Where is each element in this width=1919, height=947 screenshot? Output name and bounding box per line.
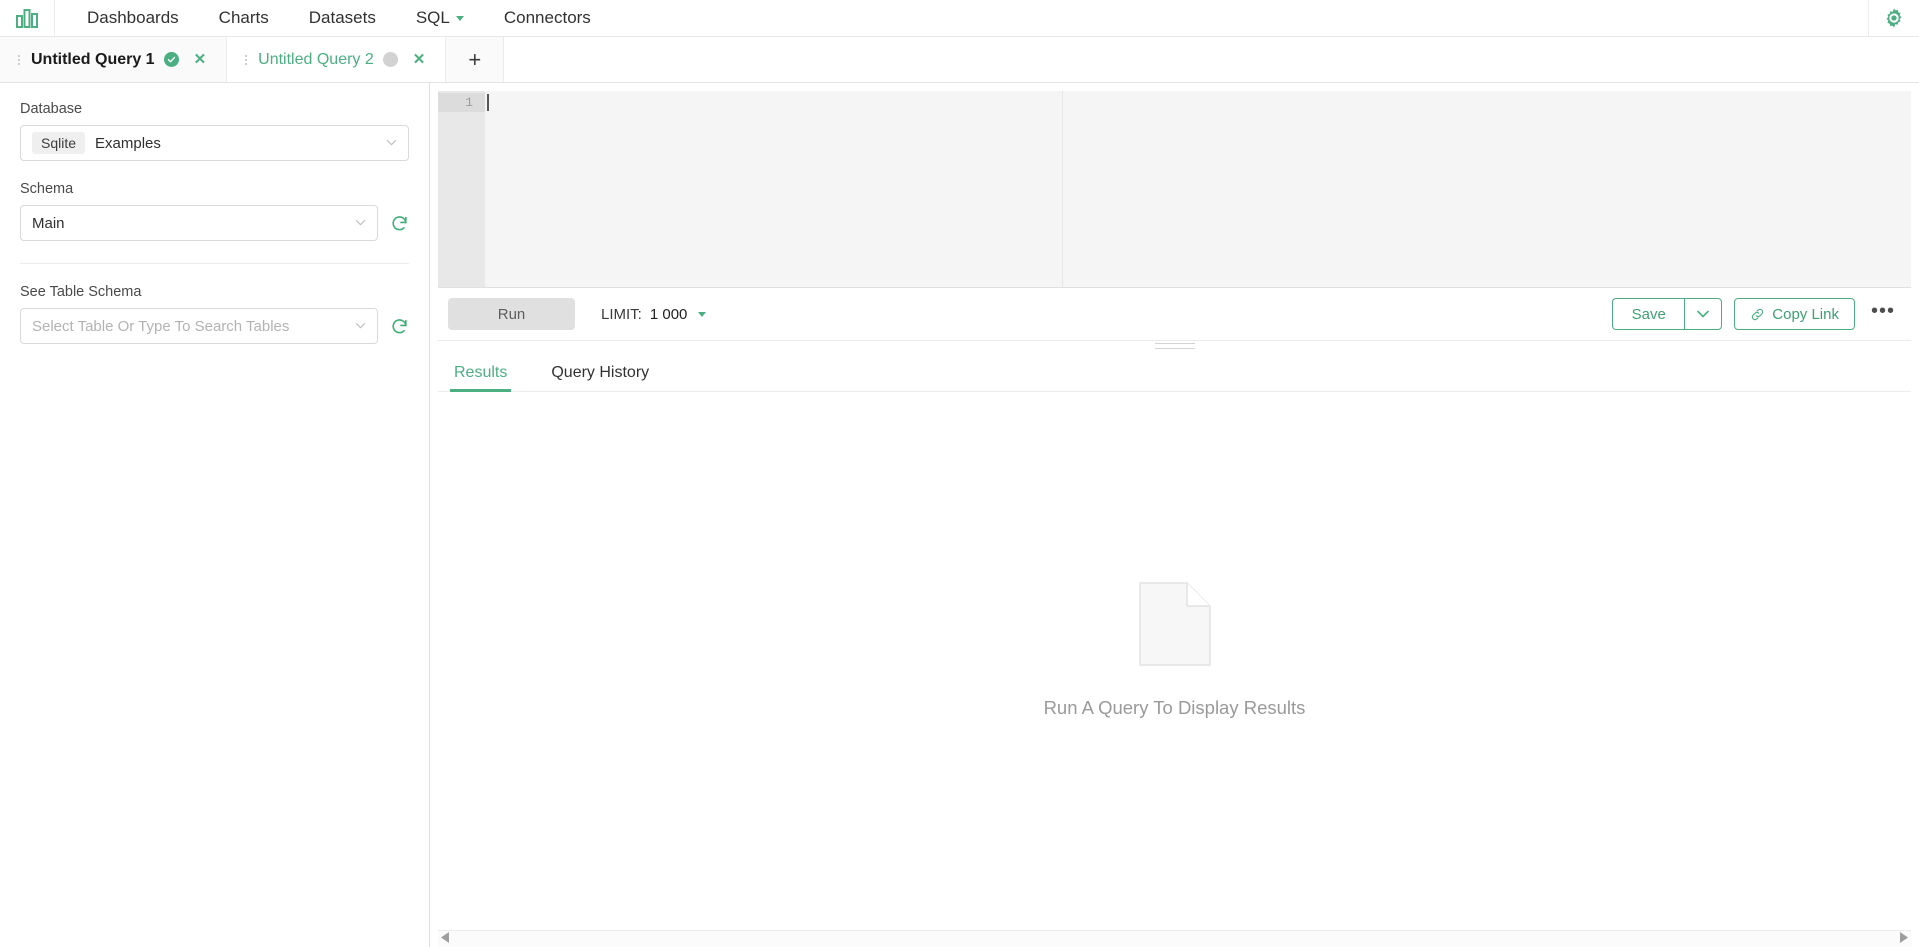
- query-tab-2-close-button[interactable]: ✕: [413, 52, 426, 67]
- top-navigation-bar: Dashboards Charts Datasets SQL Connector…: [0, 0, 1919, 37]
- sidebar-divider: [20, 263, 409, 264]
- chevron-down-icon: [455, 15, 464, 21]
- database-engine-pill: Sqlite: [32, 132, 86, 154]
- schema-field: Schema Main: [20, 181, 409, 241]
- horizontal-scrollbar[interactable]: [438, 930, 1911, 947]
- save-button-group: Save: [1612, 298, 1723, 330]
- schema-select-value: Main: [32, 214, 65, 232]
- query-tab-bar: Untitled Query 1 ✕ Untitled Query 2 ✕ +: [0, 37, 1919, 83]
- nav-right-group: [1868, 0, 1919, 36]
- scroll-left-arrow-icon[interactable]: [441, 930, 450, 947]
- copy-link-button[interactable]: Copy Link: [1734, 298, 1855, 330]
- query-tab-1-title: Untitled Query 1: [31, 50, 155, 68]
- scroll-right-arrow-icon[interactable]: [1899, 930, 1908, 947]
- drag-handle-icon[interactable]: [243, 54, 249, 65]
- main-content: Database Sqlite Examples Schema Main See…: [0, 83, 1919, 947]
- settings-button[interactable]: [1883, 7, 1905, 29]
- tab-query-history[interactable]: Query History: [547, 364, 653, 391]
- query-tab-untitled-query-1[interactable]: Untitled Query 1 ✕: [0, 37, 228, 82]
- query-tab-1-close-button[interactable]: ✕: [194, 52, 207, 67]
- nav-item-charts-label: Charts: [218, 8, 269, 27]
- database-field: Database Sqlite Examples: [20, 101, 409, 161]
- superset-logo[interactable]: [0, 0, 55, 36]
- results-tab-bar: Results Query History: [438, 355, 1911, 392]
- tab-results[interactable]: Results: [450, 364, 512, 392]
- save-dropdown-button[interactable]: [1684, 298, 1723, 330]
- query-tab-1-status-badge: [163, 52, 179, 67]
- chevron-down-icon: [386, 138, 397, 149]
- editor-gutter: 1: [438, 91, 485, 287]
- nav-item-sql-label: SQL: [415, 8, 450, 27]
- main-nav-links: Dashboards Charts Datasets SQL Connector…: [55, 0, 611, 36]
- gear-icon: [1886, 8, 1902, 28]
- nav-item-connectors-label: Connectors: [503, 8, 591, 27]
- save-button[interactable]: Save: [1612, 298, 1685, 330]
- query-tab-untitled-query-2[interactable]: Untitled Query 2 ✕: [227, 37, 447, 82]
- nav-item-connectors[interactable]: Connectors: [484, 0, 611, 36]
- tab-bar-filler: [504, 37, 1919, 82]
- link-icon: [1752, 308, 1764, 320]
- database-select-value: Examples: [95, 134, 161, 152]
- editor-toolbar: Run LIMIT: 1 000 Save Copy Link •••: [438, 288, 1911, 341]
- tab-results-label: Results: [454, 364, 508, 381]
- check-icon: [167, 56, 175, 63]
- chevron-down-icon: [355, 321, 366, 332]
- limit-dropdown[interactable]: LIMIT: 1 000: [601, 305, 707, 323]
- tab-query-history-label: Query History: [551, 364, 650, 381]
- results-empty-message: Run A Query To Display Results: [1043, 697, 1306, 718]
- editor-results-resize-handle[interactable]: [430, 341, 1919, 355]
- query-tab-2-title: Untitled Query 2: [258, 50, 374, 68]
- editor-print-margin: [1062, 91, 1063, 287]
- nav-item-datasets-label: Datasets: [308, 8, 376, 27]
- plus-icon: +: [468, 46, 482, 72]
- chevron-down-icon: [1697, 310, 1710, 318]
- refresh-icon: [392, 215, 407, 230]
- table-select-placeholder: Select Table Or Type To Search Tables: [32, 317, 290, 335]
- nav-item-sql[interactable]: SQL: [396, 0, 484, 36]
- nav-item-dashboards[interactable]: Dashboards: [67, 0, 199, 36]
- refresh-icon: [392, 318, 407, 333]
- resize-grip-icon: [1154, 343, 1195, 353]
- nav-item-charts[interactable]: Charts: [199, 0, 289, 36]
- chevron-down-icon: [698, 311, 707, 317]
- table-schema-label: See Table Schema: [20, 284, 142, 300]
- limit-value: 1 000: [649, 305, 688, 323]
- editor-text-area[interactable]: [485, 91, 1911, 287]
- limit-label: LIMIT:: [601, 305, 642, 323]
- sql-ace-editor[interactable]: 1: [438, 91, 1911, 288]
- bar-chart-logo-icon: [16, 9, 38, 28]
- run-button[interactable]: Run: [448, 298, 575, 330]
- schema-select[interactable]: Main: [20, 205, 378, 241]
- query-editor-sidebar: Database Sqlite Examples Schema Main See…: [0, 83, 430, 947]
- results-empty-state: Run A Query To Display Results: [430, 392, 1919, 930]
- table-select[interactable]: Select Table Or Type To Search Tables: [20, 308, 378, 344]
- table-schema-field: See Table Schema Select Table Or Type To…: [20, 284, 409, 344]
- copy-link-label: Copy Link: [1772, 305, 1839, 323]
- drag-handle-icon[interactable]: [16, 54, 22, 65]
- editor-cursor: [487, 94, 489, 111]
- table-refresh-button[interactable]: [390, 317, 409, 336]
- nav-item-datasets[interactable]: Datasets: [289, 0, 396, 36]
- toolbar-right-group: Save Copy Link •••: [1612, 298, 1899, 330]
- add-query-tab-button[interactable]: +: [446, 37, 505, 82]
- database-label: Database: [20, 101, 83, 117]
- editor-line-number: 1: [438, 93, 485, 112]
- schema-refresh-button[interactable]: [390, 214, 409, 233]
- chevron-down-icon: [355, 218, 366, 229]
- nav-item-dashboards-label: Dashboards: [87, 8, 179, 27]
- schema-label: Schema: [20, 181, 74, 197]
- sql-editor-pane: 1 Run LIMIT: 1 000 Save Copy Link ••• Re…: [430, 83, 1919, 947]
- more-options-button[interactable]: •••: [1867, 301, 1899, 327]
- query-tab-2-status-badge: [382, 52, 398, 67]
- database-select[interactable]: Sqlite Examples: [20, 125, 409, 161]
- document-icon: [1138, 582, 1211, 671]
